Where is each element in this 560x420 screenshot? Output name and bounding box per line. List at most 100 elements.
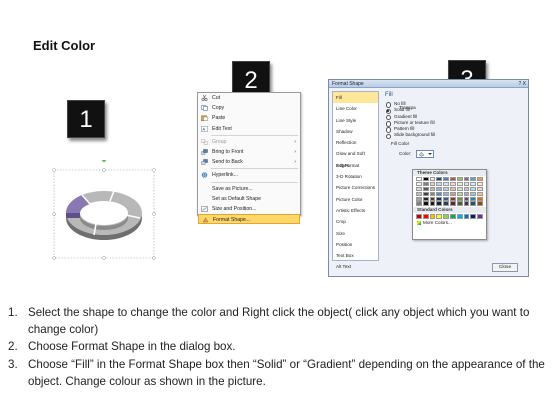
color-swatch[interactable]: [449, 201, 456, 206]
menu-item-save-as-picture[interactable]: Save as Picture...: [198, 184, 300, 194]
color-picker-button[interactable]: [416, 149, 434, 158]
nav-item-3d-rotation[interactable]: 3-D Rotation: [333, 171, 378, 182]
color-swatch[interactable]: [470, 196, 477, 201]
color-swatch[interactable]: [443, 196, 449, 201]
color-swatch[interactable]: [449, 196, 456, 201]
color-swatch[interactable]: [470, 191, 477, 197]
color-swatch[interactable]: [443, 191, 449, 197]
color-swatch[interactable]: [463, 191, 470, 197]
color-swatch[interactable]: [429, 196, 436, 201]
color-swatch[interactable]: [436, 177, 443, 182]
menu-item-paste[interactable]: Paste: [198, 113, 300, 123]
nav-item-position[interactable]: Position: [333, 239, 378, 250]
menu-item-bring-to-front[interactable]: Bring to Front ›: [198, 147, 300, 157]
color-swatch[interactable]: [456, 181, 463, 187]
nav-item-line-style[interactable]: Line Style: [333, 115, 378, 126]
menu-item-size-and-position[interactable]: Size and Position...: [198, 204, 300, 214]
color-swatch[interactable]: [443, 181, 449, 187]
color-swatch[interactable]: [422, 201, 429, 206]
nav-item-alt-text[interactable]: Alt Text: [333, 261, 378, 272]
nav-item-glow[interactable]: Glow and Soft Edges: [333, 148, 378, 167]
nav-item-size[interactable]: Size: [333, 228, 378, 239]
color-swatch[interactable]: [449, 177, 456, 182]
color-swatch[interactable]: [416, 201, 422, 206]
color-swatch[interactable]: [429, 201, 436, 206]
color-swatch[interactable]: [436, 201, 443, 206]
color-swatch[interactable]: [463, 186, 470, 192]
menu-item-send-to-back[interactable]: Send to Back ›: [198, 157, 300, 167]
color-swatch[interactable]: [443, 186, 449, 192]
nav-item-crop[interactable]: Crop: [333, 216, 378, 227]
close-button[interactable]: Close: [492, 263, 518, 272]
color-swatch[interactable]: [456, 191, 463, 197]
color-swatch[interactable]: [470, 201, 477, 206]
color-swatch[interactable]: [470, 186, 477, 192]
color-swatch[interactable]: [477, 214, 483, 219]
color-swatch[interactable]: [463, 181, 470, 187]
color-swatch[interactable]: [443, 201, 449, 206]
color-swatch[interactable]: [416, 196, 422, 201]
more-colors-option[interactable]: More Colors...: [413, 220, 486, 226]
menu-item-set-default-shape[interactable]: Set as Default Shape: [198, 194, 300, 204]
nav-item-reflection[interactable]: Reflection: [333, 137, 378, 148]
color-swatch[interactable]: [449, 214, 456, 219]
color-swatch[interactable]: [429, 186, 436, 192]
color-swatch[interactable]: [470, 214, 477, 219]
nav-item-artistic-effects[interactable]: Artistic Effects: [333, 205, 378, 216]
color-swatch[interactable]: [422, 191, 429, 197]
color-swatch[interactable]: [470, 177, 477, 182]
color-swatch[interactable]: [449, 181, 456, 187]
nav-item-fill[interactable]: Fill: [333, 92, 378, 104]
color-swatch[interactable]: [416, 177, 422, 182]
color-swatch[interactable]: [422, 186, 429, 192]
color-swatch[interactable]: [422, 181, 429, 187]
color-swatch[interactable]: [436, 196, 443, 201]
nav-item-shadow[interactable]: Shadow: [333, 126, 378, 137]
menu-item-format-shape[interactable]: Format Shape...: [198, 214, 300, 225]
color-swatch[interactable]: [429, 191, 436, 197]
color-swatch[interactable]: [429, 177, 436, 182]
color-swatch[interactable]: [416, 214, 422, 219]
nav-item-text-box[interactable]: Text Box: [333, 250, 378, 261]
color-swatch[interactable]: [456, 186, 463, 192]
menu-item-cut[interactable]: Cut: [198, 93, 300, 103]
color-swatch[interactable]: [416, 181, 422, 187]
color-swatch[interactable]: [416, 191, 422, 197]
color-swatch[interactable]: [436, 214, 443, 219]
color-swatch[interactable]: [443, 214, 449, 219]
color-swatch[interactable]: [456, 201, 463, 206]
color-swatch[interactable]: [477, 201, 483, 206]
menu-item-copy[interactable]: Copy: [198, 103, 300, 113]
color-swatch[interactable]: [456, 214, 463, 219]
color-swatch[interactable]: [436, 186, 443, 192]
color-swatch[interactable]: [456, 196, 463, 201]
color-swatch[interactable]: [422, 214, 429, 219]
color-swatch[interactable]: [477, 196, 483, 201]
dialog-controls[interactable]: ? X: [518, 80, 526, 88]
color-swatch[interactable]: [470, 181, 477, 187]
color-swatch[interactable]: [477, 181, 483, 187]
color-swatch[interactable]: [477, 186, 483, 192]
selected-shape[interactable]: [52, 158, 156, 260]
color-swatch[interactable]: [443, 177, 449, 182]
color-swatch[interactable]: [477, 191, 483, 197]
nav-item-3d-format[interactable]: 3-D Format: [333, 160, 378, 171]
radio-slide-background-fill[interactable]: Slide background fill: [382, 132, 527, 140]
menu-item-edit-text[interactable]: A Edit Text: [198, 124, 300, 134]
color-swatch[interactable]: [416, 186, 422, 192]
color-swatch[interactable]: [456, 177, 463, 182]
color-swatch[interactable]: [422, 177, 429, 182]
nav-item-picture-corrections[interactable]: Picture Corrections: [333, 182, 378, 193]
color-swatch[interactable]: [477, 177, 483, 182]
nav-item-line-color[interactable]: Line Color: [333, 103, 378, 114]
color-swatch[interactable]: [463, 201, 470, 206]
color-swatch[interactable]: [449, 186, 456, 192]
nav-item-picture-color[interactable]: Picture Color: [333, 194, 378, 205]
color-swatch[interactable]: [463, 196, 470, 201]
menu-item-hyperlink[interactable]: Hyperlink...: [198, 170, 300, 180]
color-swatch[interactable]: [429, 181, 436, 187]
color-swatch[interactable]: [429, 214, 436, 219]
menu-item-group[interactable]: Group ›: [198, 137, 300, 147]
color-swatch[interactable]: [422, 196, 429, 201]
color-swatch[interactable]: [463, 214, 470, 219]
